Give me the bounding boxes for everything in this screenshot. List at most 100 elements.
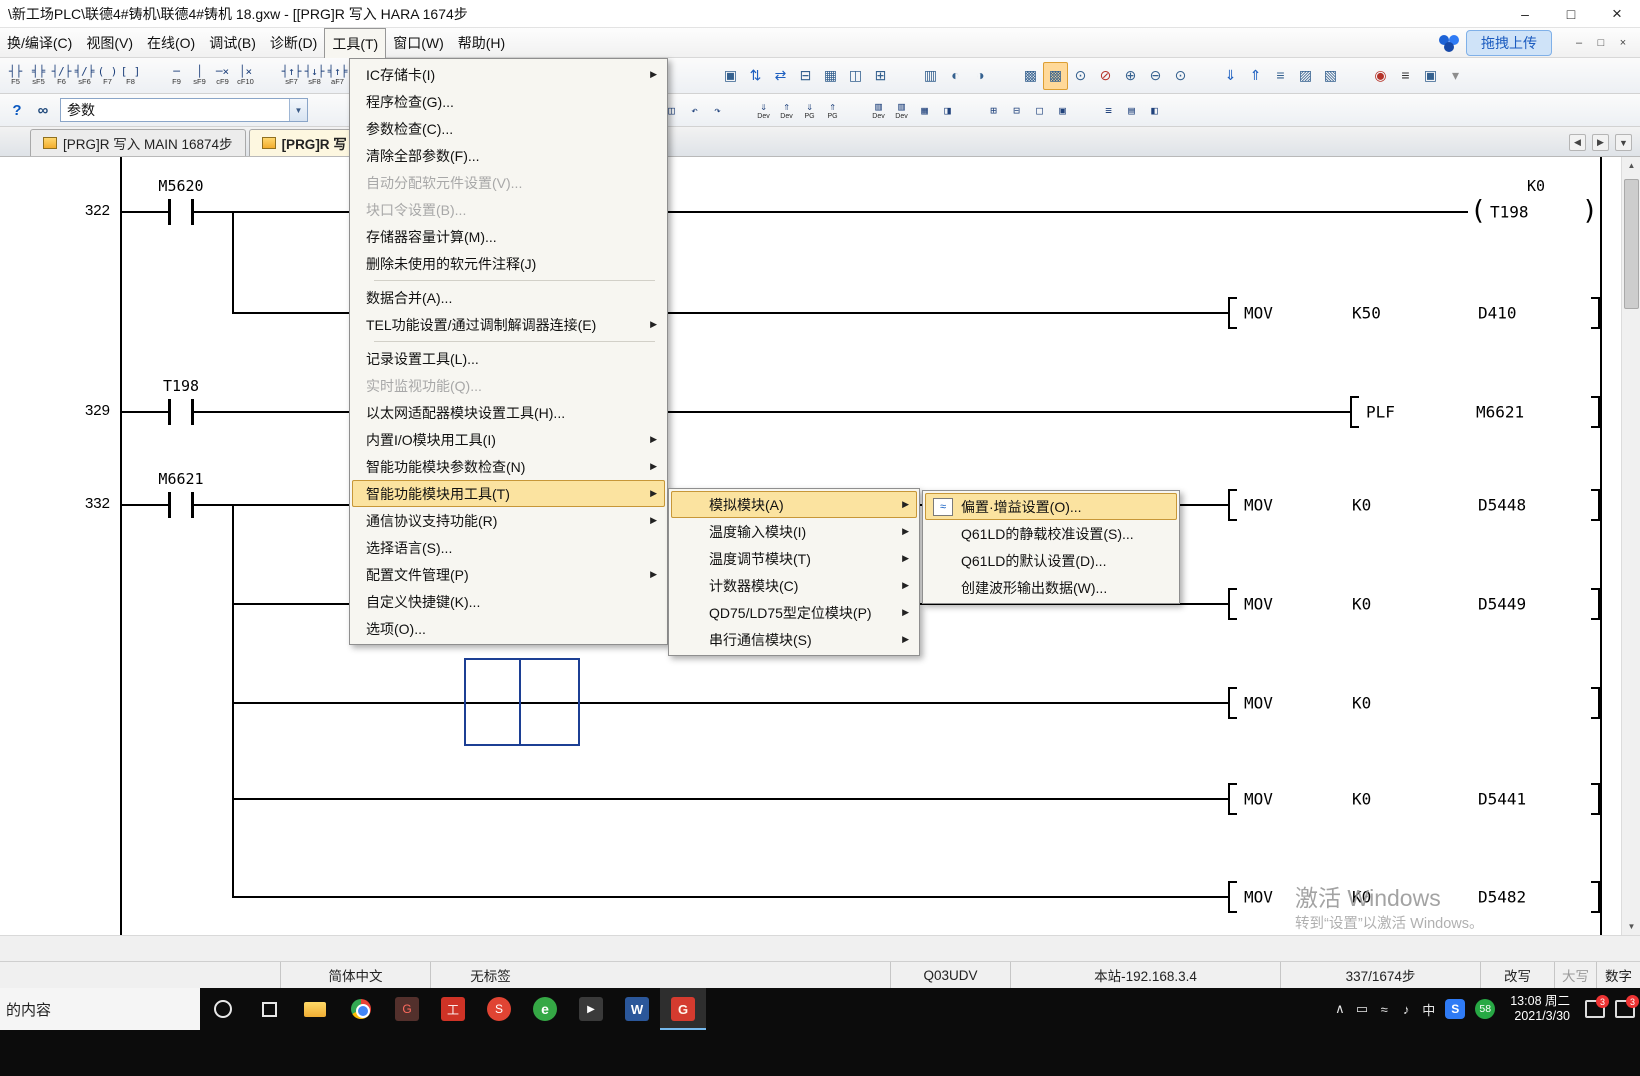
device-search-combobox[interactable]: 参数 ▼	[60, 98, 308, 122]
ladder-symbol-button[interactable]: ( ) F7	[96, 61, 119, 91]
toolbar-icon[interactable]	[893, 62, 918, 90]
toolbar-icon[interactable]: ◉	[1368, 62, 1393, 90]
combobox-value[interactable]: 参数	[61, 100, 289, 120]
mdi-restore-button[interactable]: □	[1590, 33, 1612, 53]
toolbar-icon[interactable]: ⊞	[982, 95, 1005, 125]
tray-icon[interactable]: 58	[1470, 988, 1500, 1030]
help-icon[interactable]: ?	[4, 97, 30, 123]
menubar-item[interactable]: 视图(V)	[79, 28, 140, 58]
menu-item[interactable]: 存储器容量计算(M)...	[352, 223, 665, 250]
menu-item[interactable]: QD75/LD75型定位模块(P) ▶	[671, 599, 917, 626]
menu-item[interactable]: 温度输入模块(I) ▶	[671, 518, 917, 545]
toolbar-icon[interactable]	[1074, 95, 1097, 125]
close-button[interactable]: ×	[1594, 0, 1640, 27]
ladder-symbol-button[interactable]: ┤/├ F6	[50, 61, 73, 91]
menu-item[interactable]: ≈ 偏置·增益设置(O)...	[925, 493, 1177, 520]
ladder-symbol-button[interactable]: ┤├ F5	[4, 61, 27, 91]
instruction-mov[interactable]: MOV K0 D5449	[1228, 588, 1600, 620]
timer-coil[interactable]: ( T198 )	[1468, 195, 1600, 229]
toolbar-icon[interactable]: □	[1028, 95, 1051, 125]
menu-item[interactable]: 通信协议支持功能(R) ▶	[352, 507, 665, 534]
menubar-item[interactable]: 工具(T)	[324, 28, 386, 58]
toolbar-icon[interactable]: ◫	[843, 62, 868, 90]
instruction-mov[interactable]: MOV K0 D5448	[1228, 489, 1600, 521]
ladder-symbol-button[interactable]	[257, 61, 280, 91]
taskbar-app-button[interactable]: G	[660, 988, 706, 1030]
menu-item[interactable]: 智能功能模块参数检查(N) ▶	[352, 453, 665, 480]
ladder-symbol-button[interactable]: ╡╞ sF5	[27, 61, 50, 91]
toolbar-icon[interactable]: ⇓	[1218, 62, 1243, 90]
toolbar-icon[interactable]: ⇑ PG	[821, 95, 844, 125]
maximize-button[interactable]: □	[1548, 0, 1594, 27]
horizontal-scrollbar[interactable]	[0, 935, 1640, 961]
tab-scroll-left-icon[interactable]: ◀	[1569, 134, 1586, 151]
toolbar-icon[interactable]: ≡	[1097, 95, 1120, 125]
menu-item[interactable]: Q61LD的默认设置(D)...	[925, 547, 1177, 574]
toolbar-icon[interactable]: ⊙	[1068, 62, 1093, 90]
action-center-icon[interactable]: 3	[1610, 988, 1640, 1030]
toolbar-icon[interactable]: ▧	[1318, 62, 1343, 90]
menu-item[interactable]: 配置文件管理(P) ▶	[352, 561, 665, 588]
toolbar-icon[interactable]: ⇓ PG	[798, 95, 821, 125]
mdi-minimize-button[interactable]: –	[1568, 33, 1590, 53]
toolbar-icon[interactable]: ↷	[706, 95, 729, 125]
mdi-close-button[interactable]: ×	[1612, 33, 1634, 53]
toolbar-icon[interactable]: ⊞	[868, 62, 893, 90]
menu-item[interactable]: 删除未使用的软元件注释(J)	[352, 250, 665, 277]
toolbar-icon[interactable]	[1343, 62, 1368, 90]
menu-item[interactable]: 选项(O)...	[352, 615, 665, 642]
toolbar-icon[interactable]: ⊙	[1168, 62, 1193, 90]
menubar-item[interactable]: 诊断(D)	[263, 28, 324, 58]
toolbar-icon[interactable]: ▦	[913, 95, 936, 125]
toolbar-icon[interactable]: ▩	[1043, 62, 1068, 90]
scroll-up-icon[interactable]: ▲	[1622, 157, 1640, 174]
menubar-item[interactable]: 帮助(H)	[451, 28, 512, 58]
toolbar-icon[interactable]: ◧	[1143, 95, 1166, 125]
taskbar-app-button[interactable]: G	[384, 988, 430, 1030]
instruction-mov[interactable]: MOV K0	[1228, 687, 1600, 719]
menu-item[interactable]: IC存储卡(I) ▶	[352, 61, 665, 88]
toolbar-icon[interactable]	[1193, 62, 1218, 90]
minimize-button[interactable]: –	[1502, 0, 1548, 27]
menu-item[interactable]	[362, 338, 655, 345]
menu-item[interactable]: 模拟模块(A) ▶	[671, 491, 917, 518]
toolbar-icon[interactable]: ⊕	[1118, 62, 1143, 90]
taskbar-app-button[interactable]: e	[522, 988, 568, 1030]
toolbar-icon[interactable]	[993, 62, 1018, 90]
taskbar-app-button[interactable]: W	[614, 988, 660, 1030]
menu-item[interactable]: 创建波形输出数据(W)...	[925, 574, 1177, 601]
taskbar-app-button[interactable]: ▶	[568, 988, 614, 1030]
toolbar-icon[interactable]: ≡	[1268, 62, 1293, 90]
toolbar-icon[interactable]: ▣	[1418, 62, 1443, 90]
toolbar-icon[interactable]: ⊟	[1005, 95, 1028, 125]
ladder-symbol-button[interactable]: ╡↑╞ aF7	[326, 61, 349, 91]
instruction-plf[interactable]: PLF M6621	[1350, 396, 1600, 428]
toolbar-icon[interactable]: ◑	[968, 62, 993, 90]
toolbar-icon[interactable]: ⊟	[793, 62, 818, 90]
menu-item[interactable]: 串行通信模块(S) ▶	[671, 626, 917, 653]
tray-icon[interactable]: ▭	[1351, 988, 1373, 1030]
menu-item[interactable]: 记录设置工具(L)...	[352, 345, 665, 372]
vertical-scrollbar[interactable]: ▲ ▼	[1621, 157, 1640, 935]
toolbar-icon[interactable]: ▥ Dev	[867, 95, 890, 125]
ladder-symbol-button[interactable]: │ sF9	[188, 61, 211, 91]
tab-scroll-right-icon[interactable]: ▶	[1592, 134, 1609, 151]
ladder-selection-box[interactable]	[464, 658, 580, 746]
taskbar-app-button[interactable]	[246, 988, 292, 1030]
taskbar-search-input[interactable]: 的内容	[0, 988, 200, 1030]
taskbar-app-button[interactable]: 工	[430, 988, 476, 1030]
ladder-symbol-button[interactable]: ─ F9	[165, 61, 188, 91]
menu-item[interactable]: 以太网适配器模块设置工具(H)...	[352, 399, 665, 426]
menubar-item[interactable]: 在线(O)	[140, 28, 202, 58]
tray-icon[interactable]: ♪	[1395, 988, 1417, 1030]
toolbar-icon[interactable]: ▦	[818, 62, 843, 90]
scroll-down-icon[interactable]: ▼	[1622, 918, 1640, 935]
toolbar-icon[interactable]: ▤	[1120, 95, 1143, 125]
toolbar-icon[interactable]: ◐	[943, 62, 968, 90]
taskbar-app-button[interactable]	[200, 988, 246, 1030]
tray-message-icon[interactable]: 3	[1580, 988, 1610, 1030]
toolbar-icon[interactable]: ⊖	[1143, 62, 1168, 90]
toolbar-icon[interactable]: ⇓ Dev	[752, 95, 775, 125]
taskbar-app-button[interactable]	[292, 988, 338, 1030]
instruction-mov[interactable]: MOV K0 D5441	[1228, 783, 1600, 815]
